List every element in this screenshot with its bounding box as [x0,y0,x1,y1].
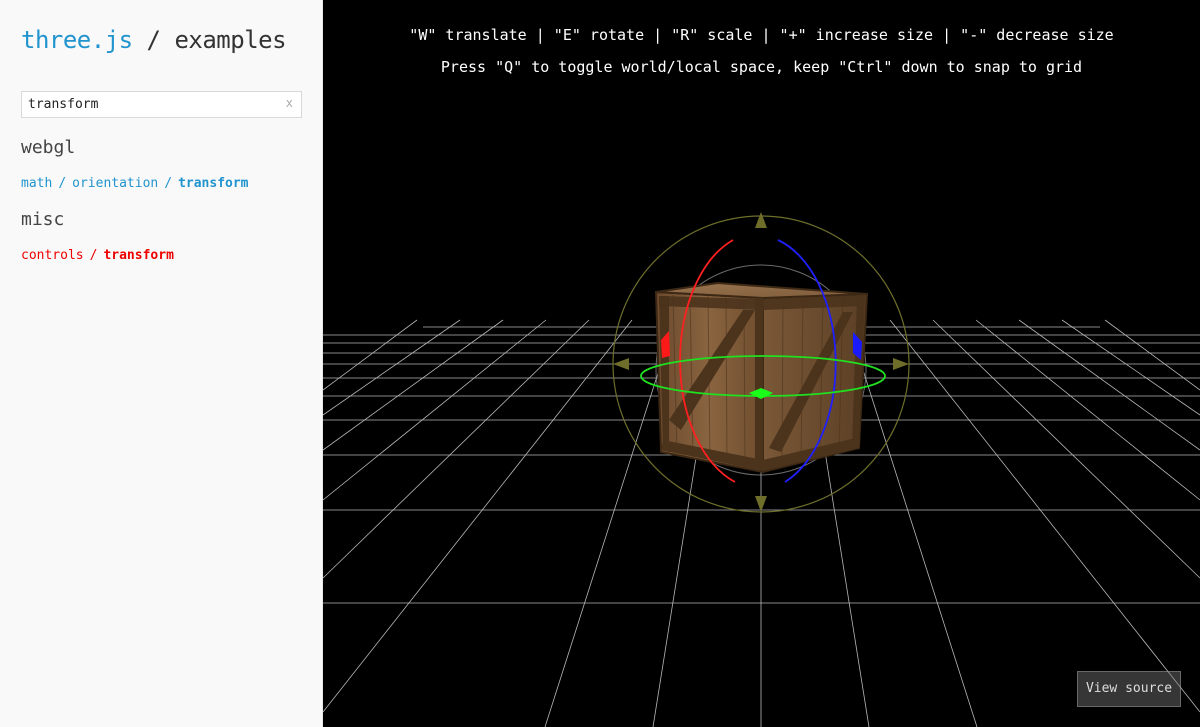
clear-search-icon[interactable]: x [286,96,293,110]
breadcrumb-misc: controls / transform [21,248,174,263]
brand-link[interactable]: three.js [21,26,133,54]
info-line-space: Press "Q" to toggle world/local space, k… [440,58,1083,76]
gizmo-handle-right [893,358,909,370]
info-line-keys: "W" translate | "E" rotate | "R" scale |… [409,26,1114,44]
site-title: three.js / examples [21,26,287,54]
crumb-math[interactable]: math [21,176,52,191]
gizmo-handle-left [613,358,629,370]
search-box: x [21,91,302,118]
view-source-button[interactable]: View source [1077,671,1181,707]
crumb-controls[interactable]: controls [21,248,84,263]
category-misc: misc [21,209,65,230]
title-separator: / [132,26,175,54]
crumb-separator: / [58,176,67,191]
title-section: examples [174,26,287,54]
example-link-misc-controls-transform[interactable]: transform [103,248,173,263]
sidebar: three.js / examples x webgl math / orienta… [0,0,323,727]
webgl-viewport[interactable] [323,0,1200,727]
category-webgl: webgl [21,137,76,158]
controls-info: "W" translate | "E" rotate | "R" scale |… [323,19,1200,83]
search-input[interactable] [22,92,272,117]
example-link-webgl-math-orientation-transform[interactable]: transform [178,176,248,191]
crumb-separator: / [164,176,173,191]
crumb-separator: / [89,248,98,263]
scene-canvas[interactable] [323,0,1200,727]
breadcrumb-webgl: math / orientation / transform [21,176,249,191]
gizmo-handle-top [755,212,767,228]
crumb-orientation[interactable]: orientation [72,176,158,191]
